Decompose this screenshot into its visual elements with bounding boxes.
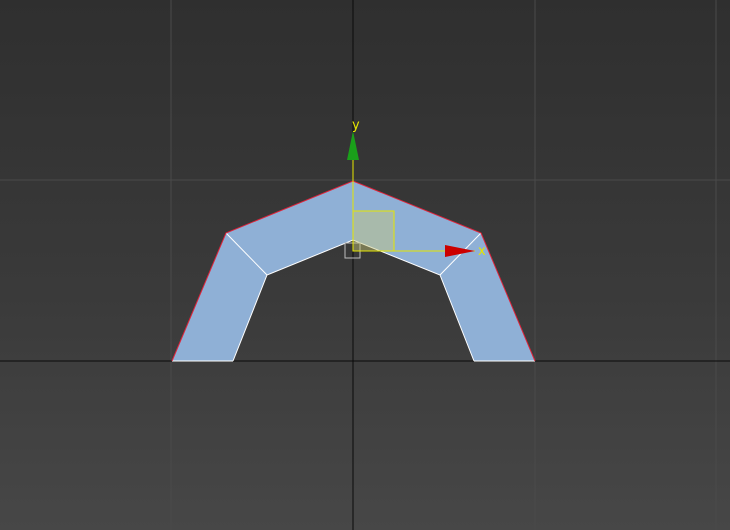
- x-axis-label: x: [478, 244, 486, 259]
- xy-plane-handle[interactable]: [352, 210, 395, 252]
- y-axis-label: y: [352, 118, 360, 133]
- grid: [0, 0, 730, 530]
- y-axis-arrow-icon[interactable]: [347, 131, 359, 160]
- viewport-canvas[interactable]: y x: [0, 0, 730, 530]
- viewport-scene[interactable]: y x: [0, 0, 730, 530]
- world-axes: [0, 0, 730, 530]
